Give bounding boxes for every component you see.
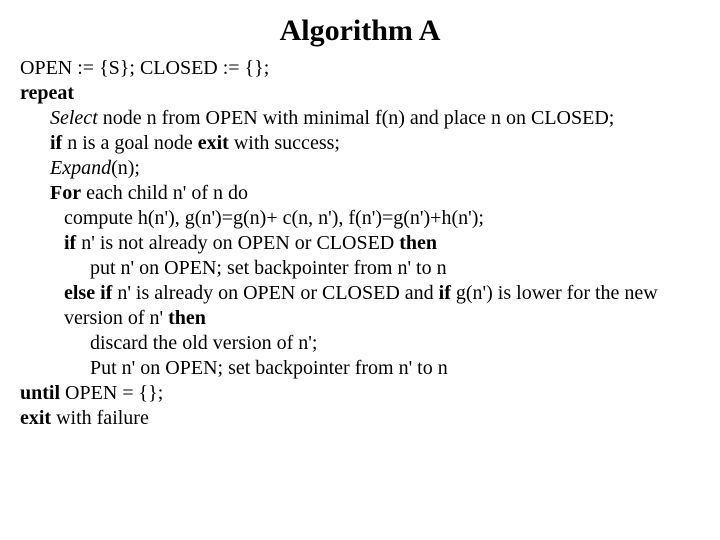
kw-then: then bbox=[168, 307, 206, 329]
kw-exit: exit bbox=[20, 407, 51, 429]
line-discard: discard the old version of n'; bbox=[20, 331, 700, 356]
kw-until: until bbox=[20, 382, 60, 404]
line-repeat: repeat bbox=[20, 81, 700, 106]
text: (n); bbox=[111, 157, 140, 179]
kw-expand: Expand bbox=[50, 157, 111, 179]
line-put-open-2: Put n' on OPEN; set backpointer from n' … bbox=[20, 356, 700, 381]
kw-if: if bbox=[439, 282, 451, 304]
kw-elseif: else if bbox=[64, 282, 112, 304]
algorithm-slide: Algorithm A OPEN := {S}; CLOSED := {}; r… bbox=[0, 0, 720, 431]
text: OPEN := {S}; CLOSED := {}; bbox=[20, 57, 269, 79]
kw-exit: exit bbox=[198, 132, 229, 154]
text: node n from OPEN with minimal f(n) and p… bbox=[98, 107, 615, 129]
kw-repeat: repeat bbox=[20, 82, 74, 104]
kw-if: if bbox=[50, 132, 62, 154]
text: each child n' of n do bbox=[81, 182, 248, 204]
kw-then: then bbox=[399, 232, 437, 254]
line-for: For each child n' of n do bbox=[20, 181, 700, 206]
line-elseif: else if n' is already on OPEN or CLOSED … bbox=[20, 281, 700, 331]
kw-if: if bbox=[64, 232, 76, 254]
text: with failure bbox=[51, 407, 149, 429]
line-put-open: put n' on OPEN; set backpointer from n' … bbox=[20, 256, 700, 281]
line-compute: compute h(n'), g(n')=g(n)+ c(n, n'), f(n… bbox=[20, 206, 700, 231]
text: Put n' on OPEN; set backpointer from n' … bbox=[90, 357, 448, 379]
text: OPEN = {}; bbox=[60, 382, 163, 404]
text: n is a goal node bbox=[62, 132, 198, 154]
line-until: until OPEN = {}; bbox=[20, 381, 700, 406]
line-if-goal: if n is a goal node exit with success; bbox=[20, 131, 700, 156]
slide-title: Algorithm A bbox=[20, 12, 700, 50]
line-select: Select node n from OPEN with minimal f(n… bbox=[20, 106, 700, 131]
line-if-notalready: if n' is not already on OPEN or CLOSED t… bbox=[20, 231, 700, 256]
text: discard the old version of n'; bbox=[90, 332, 317, 354]
line-expand: Expand(n); bbox=[20, 156, 700, 181]
text: with success; bbox=[229, 132, 340, 154]
line-exit-failure: exit with failure bbox=[20, 406, 700, 431]
kw-select: Select bbox=[50, 107, 98, 129]
line-init: OPEN := {S}; CLOSED := {}; bbox=[20, 56, 700, 81]
text: n' is already on OPEN or CLOSED and bbox=[112, 282, 438, 304]
text: put n' on OPEN; set backpointer from n' … bbox=[90, 257, 447, 279]
text: n' is not already on OPEN or CLOSED bbox=[76, 232, 399, 254]
kw-for: For bbox=[50, 182, 81, 204]
text: compute h(n'), g(n')=g(n)+ c(n, n'), f(n… bbox=[64, 207, 484, 229]
